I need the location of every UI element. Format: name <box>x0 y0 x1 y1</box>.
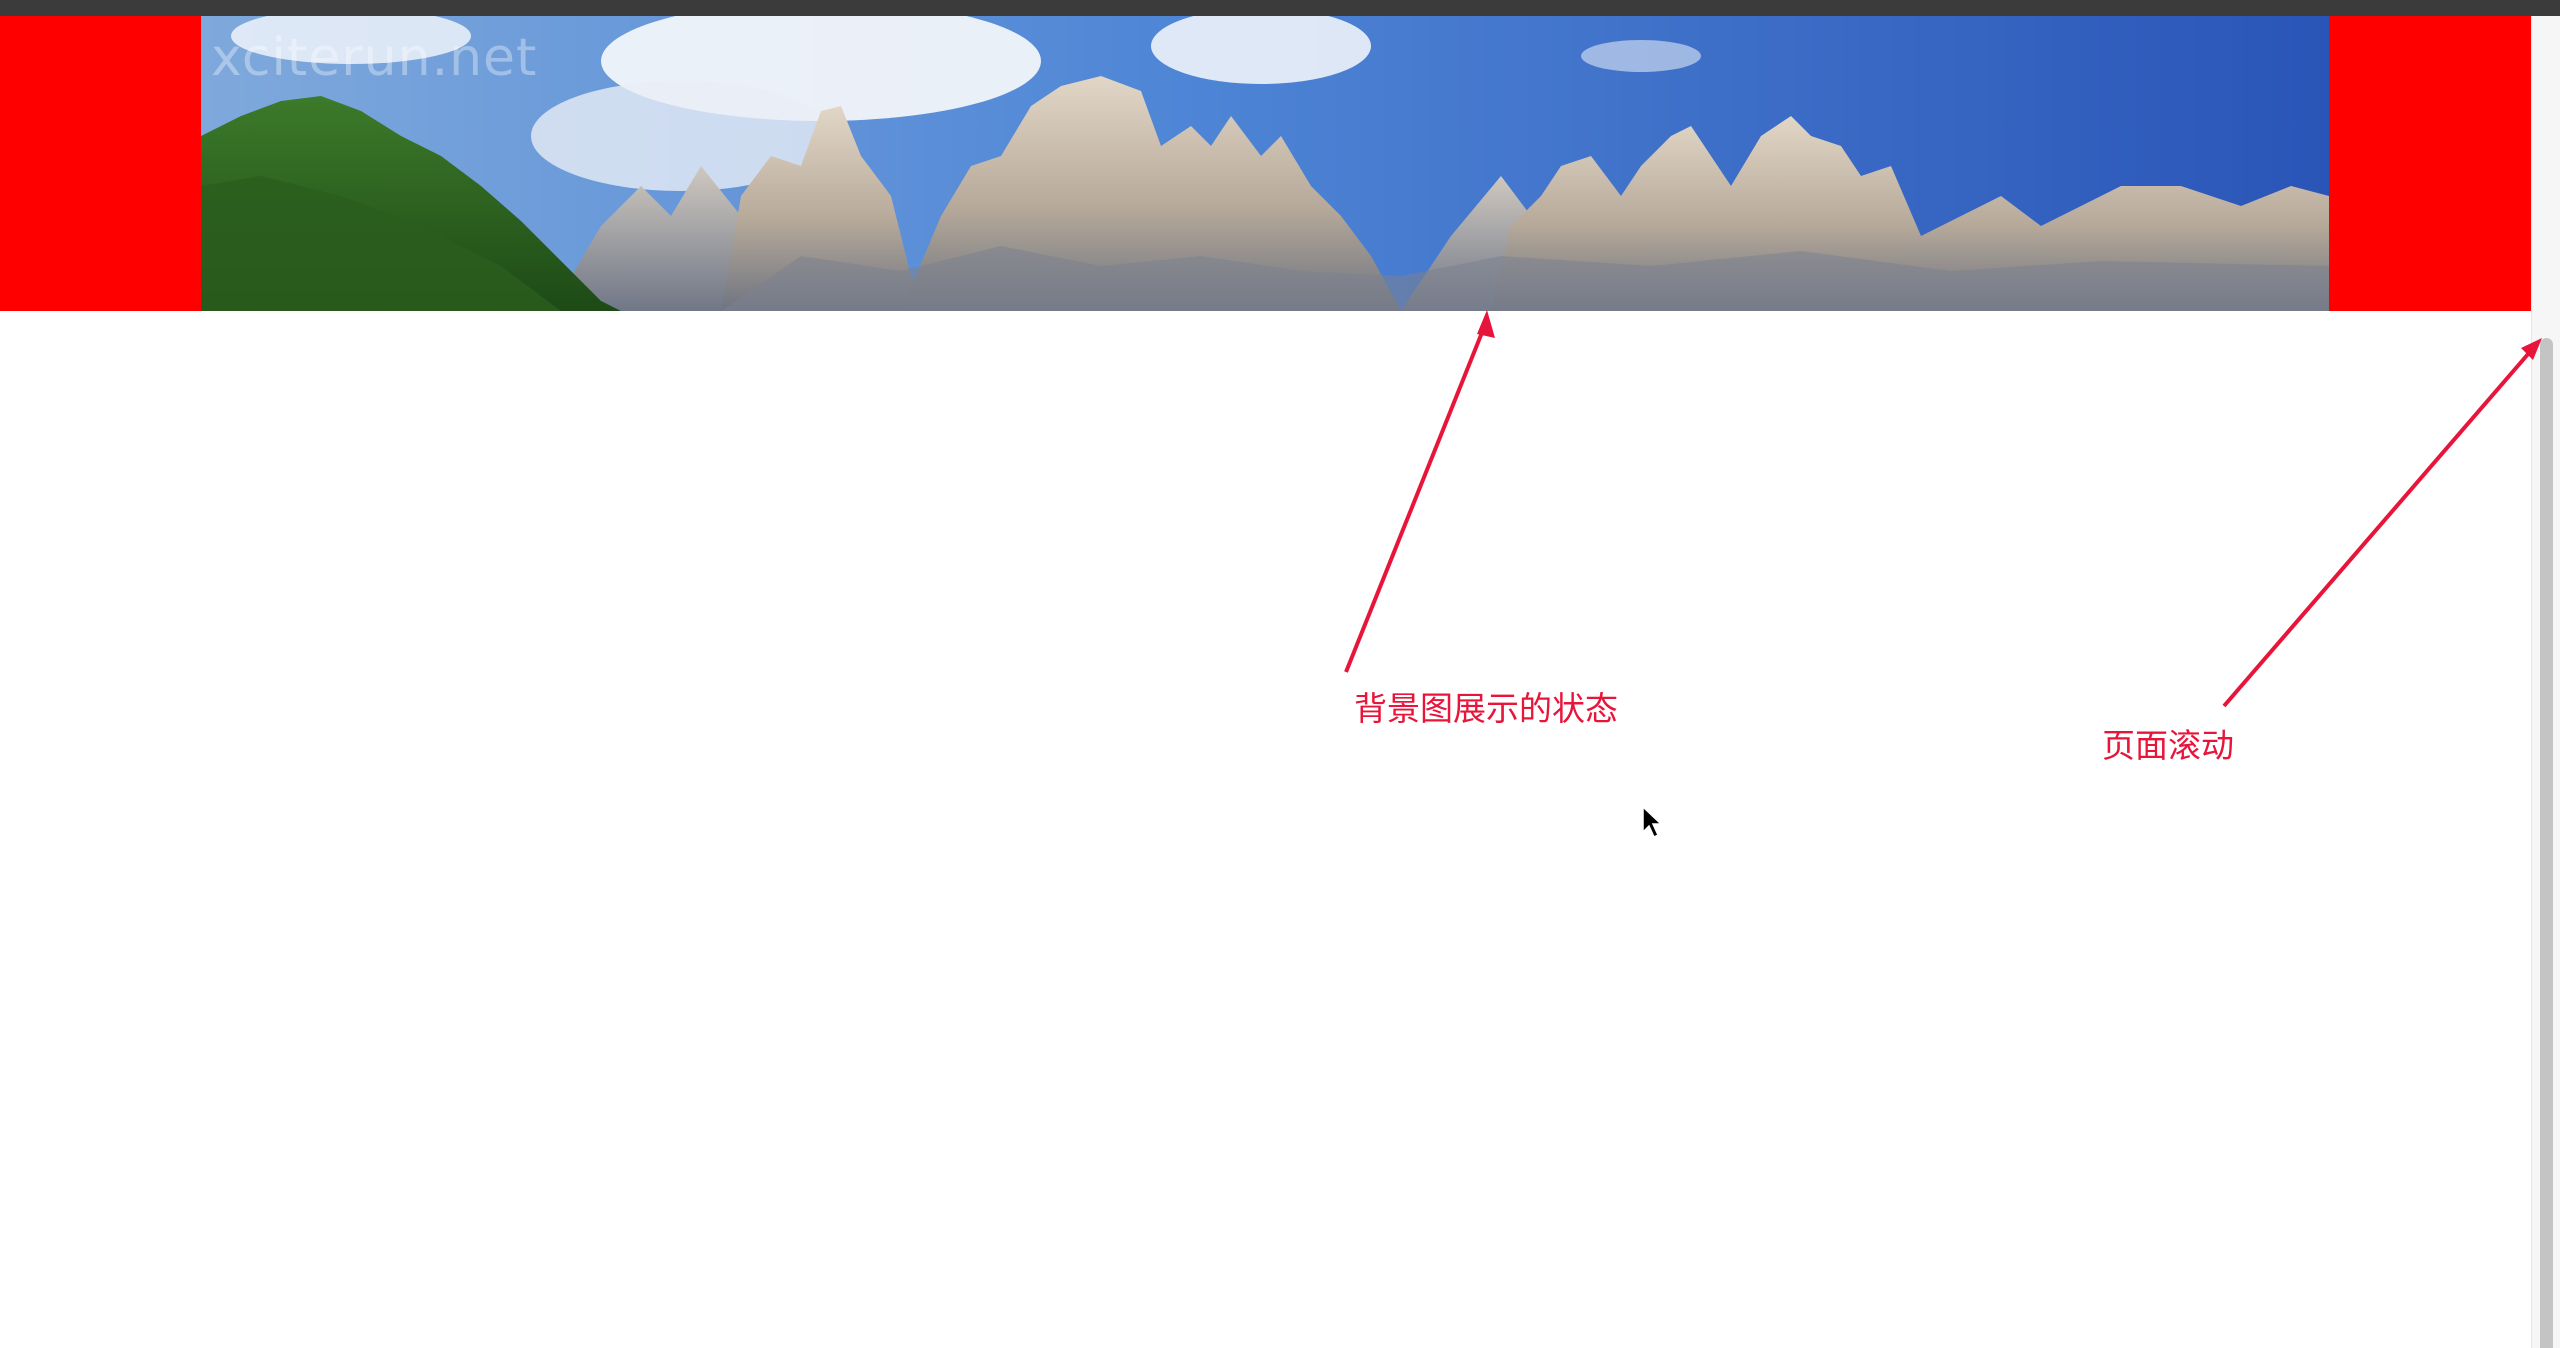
annotation-background-state: 背景图展示的状态 <box>1354 689 1618 728</box>
page-viewport: xciterun.net 背景图展示的状态 页面滚动 <box>0 0 2560 1348</box>
mouse-cursor-icon <box>1642 806 1663 839</box>
annotation-arrowhead-background <box>1477 310 1495 338</box>
browser-top-strip <box>0 0 2560 16</box>
annotation-arrow-background <box>1344 319 1489 673</box>
annotation-page-scroll: 页面滚动 <box>2102 726 2234 765</box>
page-scrollbar[interactable] <box>2531 16 2560 1348</box>
header-banner: xciterun.net <box>0 16 2531 311</box>
annotation-arrow-scroll <box>2222 344 2537 708</box>
mountain-background-image: xciterun.net <box>201 16 2329 311</box>
banner-watermark: xciterun.net <box>211 28 538 88</box>
scrollbar-thumb[interactable] <box>2540 338 2553 1348</box>
